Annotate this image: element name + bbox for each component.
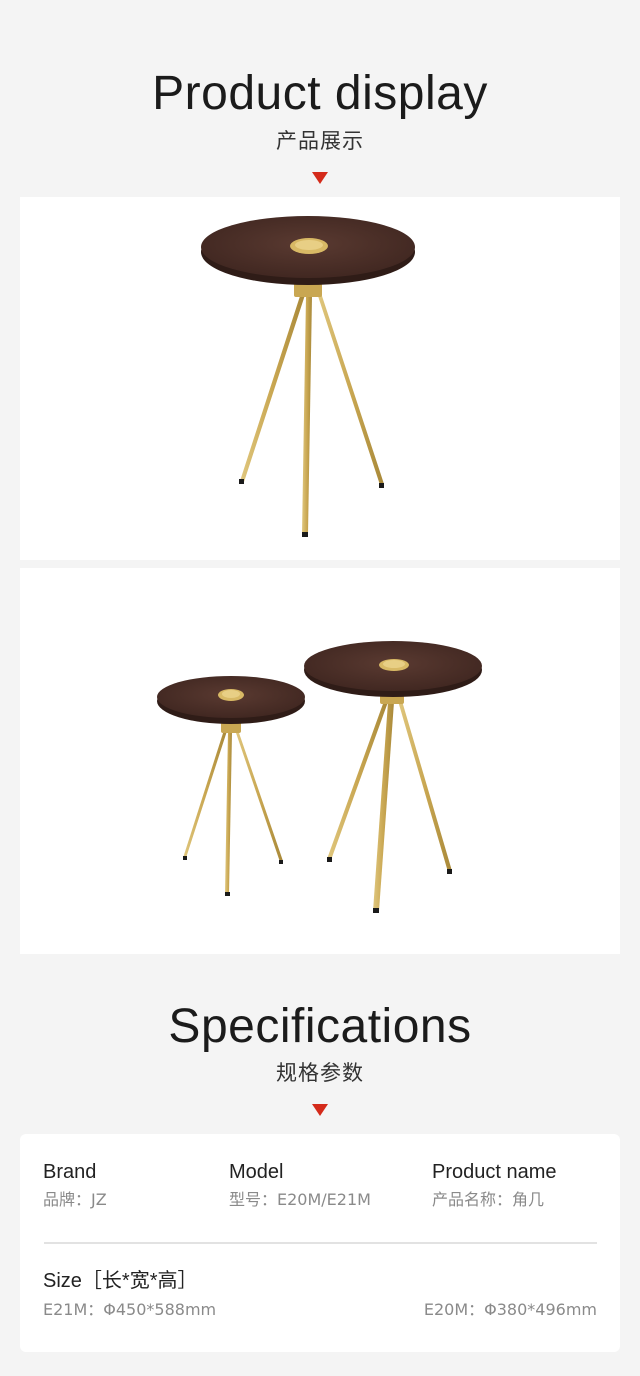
spec-product-name: Product name 产品名称：角几 <box>432 1162 557 1208</box>
side-table-image <box>201 216 415 537</box>
specifications-title: Specifications <box>168 1000 472 1053</box>
spec-size-e21m: E21M：Φ450*588mm <box>43 1300 217 1319</box>
specifications-card: Brand 品牌：JZ Model 型号：E20M/E21M Product n… <box>20 1134 620 1352</box>
spec-model: Model 型号：E20M/E21M <box>229 1162 371 1208</box>
spec-product-name-value: 产品名称：角几 <box>432 1190 545 1209</box>
product-display-subtitle: 产品展示 <box>276 129 364 153</box>
side-table-pair-image <box>157 641 482 913</box>
spec-size-label: Size［长*宽*高］ <box>43 1270 198 1292</box>
spec-size-e20m: E20M：Φ380*496mm <box>423 1300 597 1319</box>
product-display-title: Product display <box>152 67 488 120</box>
spec-model-label: Model <box>229 1161 284 1183</box>
triangle-marker-icon <box>312 172 328 184</box>
spec-model-value: 型号：E20M/E21M <box>229 1190 371 1209</box>
spec-divider <box>44 1242 597 1244</box>
triangle-marker-icon <box>312 1104 328 1116</box>
product-photo-table-pair <box>20 568 620 954</box>
spec-brand: Brand 品牌：JZ <box>43 1162 107 1208</box>
spec-brand-value: 品牌：JZ <box>43 1190 107 1209</box>
spec-brand-label: Brand <box>43 1161 97 1183</box>
product-photo-single-table <box>20 197 620 560</box>
spec-product-name-label: Product name <box>432 1161 557 1183</box>
specifications-subtitle: 规格参数 <box>276 1061 364 1085</box>
